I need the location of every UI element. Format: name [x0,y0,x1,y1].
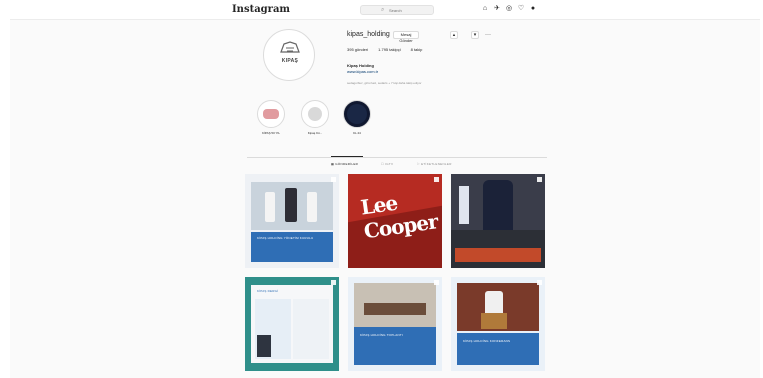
stage-banner [455,248,541,262]
person-figure [483,180,513,230]
followers-count[interactable]: 1.795 takipçi [378,47,400,52]
post-caption: KİPAŞ HOLDİNG YÖNETİM KURULU [257,236,314,240]
profile-full-name: Kipaş Holding [347,63,374,68]
message-button[interactable]: Mesaj Gönder [393,31,419,43]
avatar-text: KIPAŞ [281,58,299,64]
multi-post-icon [537,177,542,182]
highlight-label: Kipaş Kü... [307,131,323,135]
post-tile[interactable] [451,174,545,268]
home-icon[interactable]: ⌂ [481,5,489,13]
multi-post-icon [331,280,336,285]
magazine-page [293,299,329,359]
profile-stats: 395 gönderi 1.795 takipçi 8 takip [347,47,422,52]
multi-post-icon [537,280,542,285]
podium [481,313,507,329]
post-caption: KİPAŞ HOLDİNG TOPLANTI [360,333,403,337]
story-highlight[interactable]: KL 24 [343,100,371,135]
multi-post-icon [434,177,439,182]
person-figure [285,188,297,222]
story-highlight[interactable]: KİPAŞ 50 YIL [257,100,285,135]
multi-post-icon [434,280,439,285]
active-tab-indicator [331,156,363,157]
nav-icons: ⌂ ✈ ◎ ♡ ● [481,5,537,13]
direct-icon[interactable]: ✈ [493,5,501,13]
highlight-label: KL 24 [353,131,361,135]
suggestions-button[interactable]: ▾ [471,31,479,39]
panel-table [364,303,426,315]
flag-shape [459,186,469,224]
profile-icon[interactable]: ● [529,5,537,13]
instagram-logo[interactable]: Instagram [232,4,290,15]
tab-posts[interactable]: ▦ GÖNDERİLER [331,162,358,166]
tab-tagged[interactable]: ⚐ ETİKETLENENLER [417,162,452,166]
post-caption: KİPAŞ HOLDİNG KONFERANS [463,339,511,343]
follow-button[interactable]: ▲ [450,31,458,39]
person-figure [265,192,275,222]
highlight-cover [301,100,329,128]
search-box[interactable]: ⌕ [360,5,434,15]
explore-icon[interactable]: ◎ [505,5,513,13]
search-icon: ⌕ [381,7,385,13]
profile-username: kipas_holding [347,31,390,38]
highlight-cover [257,100,285,128]
story-highlight[interactable]: Kipaş Kü... [301,100,329,135]
post-tile[interactable]: KİPAŞ HOLDİNG KONFERANS [451,277,545,371]
profile-avatar[interactable]: KIPAŞ [263,29,315,81]
following-count[interactable]: 8 takip [411,47,423,52]
post-caption: KİPAŞ DERGİ [257,289,279,293]
highlight-label: KİPAŞ 50 YIL [261,131,281,135]
tab-igtv[interactable]: ☐ IGTV [381,162,393,166]
multi-post-icon [331,177,336,182]
posts-count: 395 gönderi [347,47,369,52]
post-tile[interactable]: KİPAŞ HOLDİNG TOPLANTI [348,277,442,371]
post-caption-band [457,333,539,365]
highlight-cover [343,100,371,128]
kipas-logo-icon [280,41,300,53]
tabs-divider [247,157,547,158]
search-input[interactable] [389,7,429,14]
post-tile[interactable]: KİPAŞ HOLDİNG YÖNETİM KURULU [245,174,339,268]
followed-by-text[interactable]: sedagurbuz, giris.haci, sedaris + 7 kişi… [347,81,421,85]
post-tile[interactable]: KİPAŞ DERGİ [245,277,339,371]
person-figure [307,192,317,222]
activity-icon[interactable]: ♡ [517,5,525,13]
more-options-button[interactable]: ··· [483,32,493,38]
post-tile[interactable]: Lee Cooper [348,174,442,268]
profile-website-link[interactable]: www.kipas.com.tr [347,69,378,74]
person-figure [257,335,271,357]
